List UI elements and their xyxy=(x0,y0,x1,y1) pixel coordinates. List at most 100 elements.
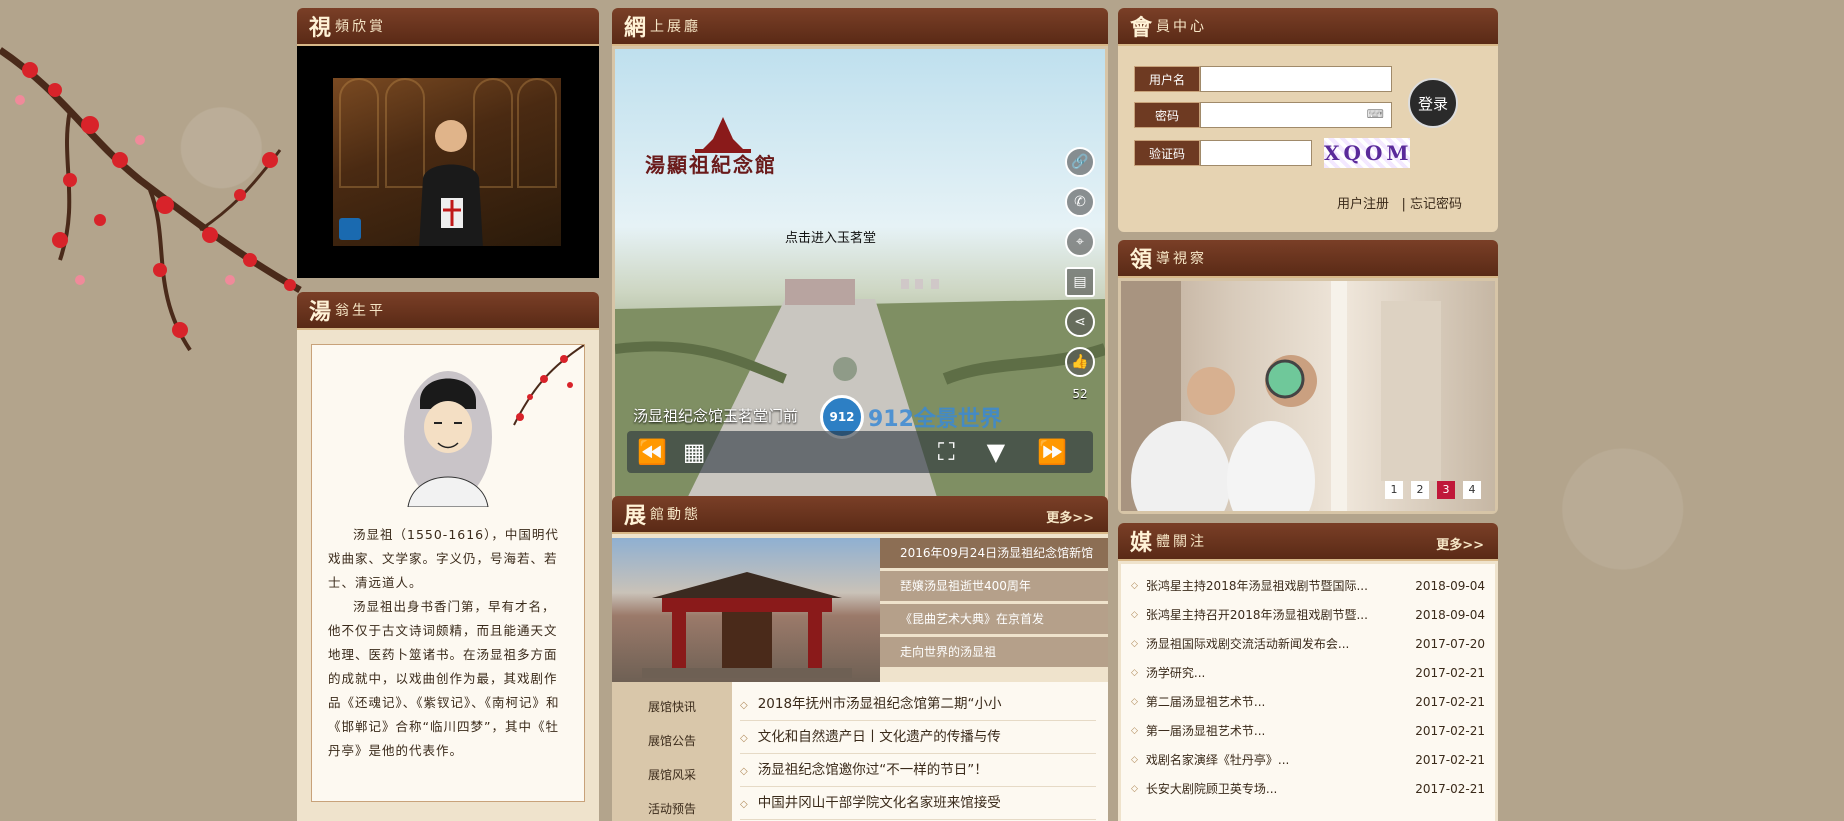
location-icon[interactable]: ⌖ xyxy=(1065,227,1095,257)
museum-gate-photo[interactable] xyxy=(612,538,880,682)
member-center-title-initial: 會 xyxy=(1130,15,1153,41)
news-list-item[interactable]: 2018年抚州市汤显祖纪念馆第二期“小小 xyxy=(740,688,1096,721)
panorama-viewer[interactable]: 湯顯祖紀念館 点击进入玉茗堂 汤显祖纪念馆玉茗堂门前 912 912全景世界 🔗… xyxy=(612,46,1108,520)
biography-panel: 湯 翁生平 汤显祖（1550-1616），中国明代戏曲家、文学家。字义仍，号海若… xyxy=(297,292,599,821)
captcha-label: 验证码 xyxy=(1134,140,1200,166)
biography-title-initial: 湯 xyxy=(309,299,332,325)
media-list-item[interactable]: 长安大剧院顾卫英专场... 2017-02-21 xyxy=(1131,775,1485,804)
media-attention-panel: 媒 體關注 更多>> 张鸿星主持2018年汤显祖戏剧节暨国际... 2018-09… xyxy=(1118,523,1498,821)
media-attention-title-initial: 媒 xyxy=(1130,530,1153,556)
pager-page-1[interactable]: 1 xyxy=(1385,481,1403,499)
member-center-title: 員中心 xyxy=(1156,19,1208,35)
biography-paragraph-2: 汤显祖出身书香门第，早有才名，他不仅于古文诗词颇精，而且能通天文地理、医药卜筮诸… xyxy=(328,599,560,758)
panorama-scene[interactable]: 湯顯祖紀念館 点击进入玉茗堂 汤显祖纪念馆玉茗堂门前 912 912全景世界 🔗… xyxy=(615,49,1105,517)
news-tabbed-section: 展馆快讯 展馆公告 展馆风采 活动预告 2018年抚州市汤显祖纪念馆第二期“小小… xyxy=(612,682,1108,821)
museum-news-more-link[interactable]: 更多>> xyxy=(1046,507,1094,526)
media-list-item[interactable]: 第一届汤显祖艺术节... 2017-02-21 xyxy=(1131,717,1485,746)
login-button[interactable]: 登录 xyxy=(1408,78,1458,128)
password-input[interactable] xyxy=(1200,102,1392,128)
biography-card: 汤显祖（1550-1616），中国明代戏曲家、文学家。字义仍，号海若、若士、清远… xyxy=(311,344,585,802)
captcha-row: 验证码 XQOM xyxy=(1134,138,1498,168)
media-item-date: 2017-07-20 xyxy=(1415,637,1485,651)
link-separator: | xyxy=(1401,197,1406,212)
media-list-item[interactable]: 汤显祖国际戏剧交流活动新闻发布会... 2017-07-20 xyxy=(1131,630,1485,659)
member-center-panel: 會 員中心 用户名 密码 ⌨ 验证码 XQOM 登录 用户注册 | 忘记密码 xyxy=(1118,8,1498,232)
featured-news-item[interactable]: 《昆曲艺术大典》在京首发 xyxy=(880,604,1108,634)
media-item-title[interactable]: 长安大剧院顾卫英专场... xyxy=(1146,775,1405,804)
featured-news-list: 2016年09月24日汤显祖纪念馆新馆 琵嬢汤显祖逝世400周年 《昆曲艺术大典… xyxy=(880,534,1108,682)
forgot-password-link[interactable]: 忘记密码 xyxy=(1410,197,1462,212)
video-title: 頻欣賞 xyxy=(335,19,387,35)
leader-inspection-slideshow[interactable]: 1 2 3 4 xyxy=(1118,278,1498,514)
pager-page-2[interactable]: 2 xyxy=(1411,481,1429,499)
media-attention-body: 张鸿星主持2018年汤显祖戏剧节暨国际... 2018-09-04 张鸿星主持召开… xyxy=(1118,561,1498,821)
scene-grid-icon[interactable]: ▦ xyxy=(683,438,706,466)
media-attention-more-link[interactable]: 更多>> xyxy=(1436,534,1484,553)
share-icon[interactable]: ⋖ xyxy=(1065,307,1095,337)
like-count: 52 xyxy=(1072,387,1088,401)
captcha-image[interactable]: XQOM xyxy=(1324,138,1410,168)
collapse-menu-icon[interactable]: ▼ xyxy=(987,438,1005,466)
news-list: 2018年抚州市汤显祖纪念馆第二期“小小 文化和自然遗产日丨文化遗产的传播与传 … xyxy=(732,682,1108,821)
next-scene-icon[interactable]: ⏩ xyxy=(1037,438,1067,466)
video-title-initial: 視 xyxy=(309,15,332,41)
media-list-item[interactable]: 张鸿星主持2018年汤显祖戏剧节暨国际... 2018-09-04 xyxy=(1131,572,1485,601)
tab-event-preview[interactable]: 活动预告 xyxy=(612,792,732,821)
link-icon[interactable]: 🔗 xyxy=(1065,147,1095,177)
featured-news-item[interactable]: 2016年09月24日汤显祖纪念馆新馆 xyxy=(880,538,1108,568)
media-item-title[interactable]: 汤学研究... xyxy=(1146,659,1405,688)
media-item-date: 2017-02-21 xyxy=(1415,695,1485,709)
previous-scene-icon[interactable]: ⏪ xyxy=(637,438,667,466)
news-list-item[interactable]: 中国井冈山干部学院文化名家班来馆接受 xyxy=(740,787,1096,820)
news-list-item[interactable]: 汤显祖纪念馆邀你过“不一样的节日”！ xyxy=(740,754,1096,787)
media-item-title[interactable]: 戏剧名家演绎《牡丹亭》... xyxy=(1146,746,1405,775)
featured-news-item[interactable]: 走向世界的汤显祖 xyxy=(880,637,1108,667)
tab-museum-flash[interactable]: 展馆快讯 xyxy=(612,690,732,724)
pager-page-3[interactable]: 3 xyxy=(1437,481,1455,499)
tab-museum-notice[interactable]: 展馆公告 xyxy=(612,724,732,758)
media-list-item[interactable]: 汤学研究... 2017-02-21 xyxy=(1131,659,1485,688)
thumb-up-icon[interactable]: 👍 xyxy=(1065,347,1095,377)
username-input[interactable] xyxy=(1200,66,1392,92)
media-list-item[interactable]: 戏剧名家演绎《牡丹亭》... 2017-02-21 xyxy=(1131,746,1485,775)
leader-inspection-title-initial: 領 xyxy=(1130,247,1153,273)
member-center-header: 會 員中心 xyxy=(1118,8,1498,46)
media-item-title[interactable]: 张鸿星主持召开2018年汤显祖戏剧节暨... xyxy=(1146,601,1405,630)
video-player[interactable] xyxy=(297,46,599,278)
enter-yuming-hall-hotspot[interactable]: 点击进入玉茗堂 xyxy=(785,227,876,246)
media-item-date: 2017-02-21 xyxy=(1415,753,1485,767)
media-list-item[interactable]: 张鸿星主持召开2018年汤显祖戏剧节暨... 2018-09-04 xyxy=(1131,601,1485,630)
featured-news-item[interactable]: 琵嬢汤显祖逝世400周年 xyxy=(880,571,1108,601)
online-exhibition-title: 上展廳 xyxy=(650,19,702,35)
keyboard-icon[interactable]: ⌨ xyxy=(1367,107,1384,121)
panorama-side-toolbar: 🔗 ✆ ⌖ ▤ ⋖ 👍 52 xyxy=(1065,147,1095,401)
media-item-title[interactable]: 汤显祖国际戏剧交流活动新闻发布会... xyxy=(1146,630,1405,659)
video-frame xyxy=(333,78,561,246)
speaker-figure xyxy=(419,120,483,246)
captcha-input[interactable] xyxy=(1200,140,1312,166)
news-featured: 2016年09月24日汤显祖纪念馆新馆 琵嬢汤显祖逝世400周年 《昆曲艺术大典… xyxy=(612,534,1108,682)
media-item-date: 2017-02-21 xyxy=(1415,782,1485,796)
media-list: 张鸿星主持2018年汤显祖戏剧节暨国际... 2018-09-04 张鸿星主持召开… xyxy=(1121,564,1495,821)
member-links: 用户注册 | 忘记密码 xyxy=(1337,193,1462,212)
online-exhibition-title-initial: 網 xyxy=(624,15,647,41)
scene-caption: 汤显祖纪念馆玉茗堂门前 xyxy=(633,407,799,425)
tab-museum-style[interactable]: 展馆风采 xyxy=(612,758,732,792)
media-attention-title: 體關注 xyxy=(1156,534,1208,550)
phone-icon[interactable]: ✆ xyxy=(1065,187,1095,217)
biography-panel-header: 湯 翁生平 xyxy=(297,292,599,330)
news-list-item[interactable]: 文化和自然遗产日丨文化遗产的传播与传 xyxy=(740,721,1096,754)
inspection-photo-illustration xyxy=(1121,281,1441,511)
card-icon[interactable]: ▤ xyxy=(1065,267,1095,297)
museum-news-title-initial: 展 xyxy=(624,503,647,529)
register-link[interactable]: 用户注册 xyxy=(1337,197,1389,212)
media-list-item[interactable]: 第二届汤显祖艺术节... 2017-02-21 xyxy=(1131,688,1485,717)
media-item-title[interactable]: 张鸿星主持2018年汤显祖戏剧节暨国际... xyxy=(1146,572,1405,601)
biography-paragraph-1: 汤显祖（1550-1616），中国明代戏曲家、文学家。字义仍，号海若、若士、清远… xyxy=(328,527,559,590)
fullscreen-icon[interactable]: ⛶ xyxy=(938,438,955,466)
media-item-title[interactable]: 第一届汤显祖艺术节... xyxy=(1146,717,1405,746)
plum-corner-decoration xyxy=(513,345,584,426)
pager-page-4[interactable]: 4 xyxy=(1463,481,1481,499)
media-item-title[interactable]: 第二届汤显祖艺术节... xyxy=(1146,688,1405,717)
biography-body: 汤显祖（1550-1616），中国明代戏曲家、文学家。字义仍，号海若、若士、清远… xyxy=(297,330,599,821)
